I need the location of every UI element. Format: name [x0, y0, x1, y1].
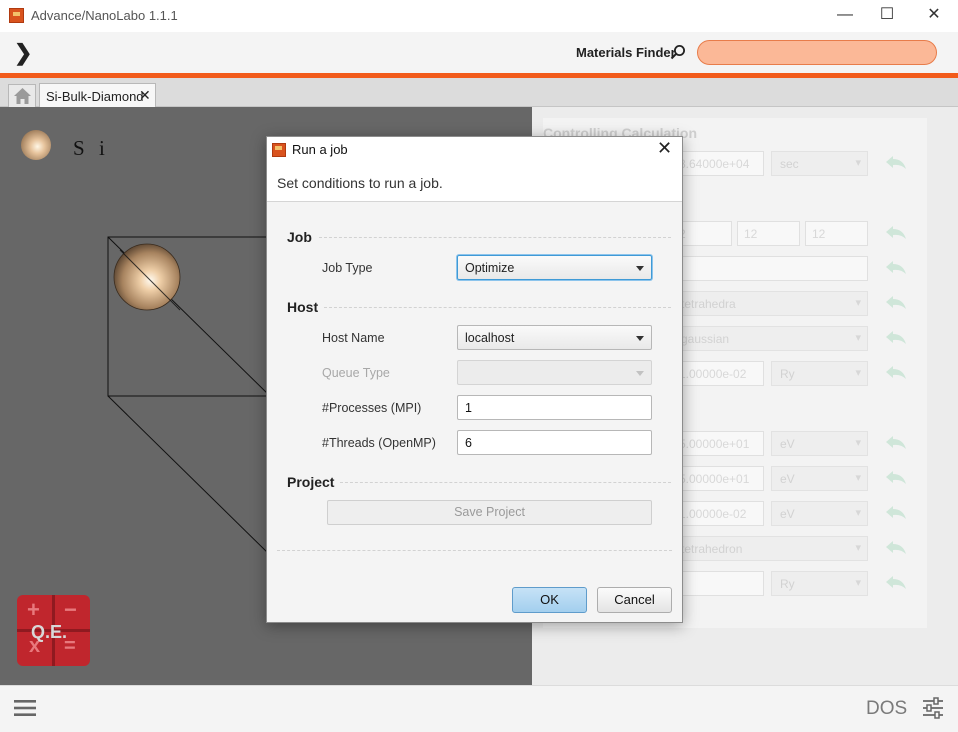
tab-si-bulk-diamond[interactable]: Si-Bulk-Diamond ✕ — [39, 83, 156, 107]
queue-type-label: Queue Type — [322, 366, 390, 380]
run-job-dialog: Run a job ✕ Set conditions to run a job.… — [266, 136, 683, 623]
tab-label: Si-Bulk-Diamond — [46, 89, 144, 104]
energy-max-field[interactable]: 5.00000e+01 — [672, 466, 764, 491]
undo-arrow-icon[interactable] — [885, 260, 907, 276]
max-seconds-field[interactable]: 8.64000e+04 — [672, 151, 764, 176]
energy-min-field[interactable]: 5.00000e+01 — [672, 431, 764, 456]
queue-type-select[interactable] — [457, 360, 652, 385]
undo-arrow-icon[interactable] — [885, 470, 907, 486]
qe-label: Q.E. — [31, 622, 68, 642]
host-name-label: Host Name — [322, 331, 385, 345]
undo-arrow-icon[interactable] — [885, 575, 907, 591]
bottom-bar — [0, 685, 958, 732]
chevron-down-icon — [636, 336, 644, 341]
dos-method-select[interactable]: tetrahedron — [672, 536, 868, 561]
energy-max-unit-select[interactable]: eV — [771, 466, 868, 491]
home-icon — [14, 88, 31, 104]
energy-step-unit-select[interactable]: eV — [771, 501, 868, 526]
undo-arrow-icon[interactable] — [885, 295, 907, 311]
close-tab-icon[interactable]: ✕ — [139, 87, 151, 104]
occupations-select[interactable]: tetrahedra — [672, 291, 868, 316]
search-icon[interactable] — [670, 44, 686, 60]
section-divider — [340, 482, 671, 483]
job-type-value: Optimize — [465, 261, 515, 275]
host-section-title: Host — [287, 299, 319, 315]
ok-button[interactable]: OK — [512, 587, 587, 613]
job-type-label: Job Type — [322, 261, 373, 275]
dos-button[interactable]: DOS — [866, 698, 907, 720]
chevron-down-icon — [636, 371, 644, 376]
sliders-settings-icon[interactable] — [922, 697, 944, 719]
threads-input[interactable]: 6 — [457, 430, 652, 455]
blank-field[interactable] — [672, 256, 868, 281]
dialog-title: Run a job — [292, 142, 348, 157]
dialog-instructions: Set conditions to run a job. — [277, 175, 443, 191]
dos-unit-select[interactable]: Ry — [771, 571, 868, 596]
legend-element-letter: i — [99, 136, 105, 160]
degauss-field[interactable]: 1.00000e-02 — [672, 361, 764, 386]
atom-legend-sphere — [21, 130, 51, 160]
cancel-button[interactable]: Cancel — [597, 587, 672, 613]
legend-element-letter: S — [73, 136, 85, 160]
footer-divider — [277, 550, 672, 551]
minimize-button[interactable]: — — [822, 4, 868, 28]
undo-arrow-icon[interactable] — [885, 365, 907, 381]
hamburger-menu-icon[interactable] — [14, 699, 36, 717]
kpoint-b-field[interactable]: 12 — [737, 221, 800, 246]
save-project-button[interactable]: Save Project — [327, 500, 652, 525]
app-logo-icon — [272, 143, 286, 157]
threads-label: #Threads (OpenMP) — [322, 436, 436, 450]
close-window-button[interactable]: ✕ — [911, 4, 957, 28]
expand-menu-chevron-icon[interactable]: ❯ — [14, 40, 32, 66]
undo-arrow-icon[interactable] — [885, 330, 907, 346]
tab-home[interactable] — [8, 84, 36, 107]
section-divider — [319, 237, 671, 238]
undo-arrow-icon[interactable] — [885, 435, 907, 451]
undo-arrow-icon[interactable] — [885, 540, 907, 556]
project-section-title: Project — [287, 474, 335, 490]
energy-min-unit-select[interactable]: eV — [771, 431, 868, 456]
quantum-espresso-icon[interactable]: + − x = Q.E. — [17, 595, 90, 666]
kpoint-c-field[interactable]: 12 — [805, 221, 868, 246]
host-name-value: localhost — [465, 331, 515, 345]
dialog-header: Set conditions to run a job. — [267, 162, 682, 202]
degauss-unit-select[interactable]: Ry — [771, 361, 868, 386]
job-section-title: Job — [287, 229, 312, 245]
smearing-select[interactable]: gaussian — [672, 326, 868, 351]
maximize-button[interactable]: ☐ — [864, 4, 910, 28]
undo-arrow-icon[interactable] — [885, 505, 907, 521]
job-type-select[interactable]: Optimize — [457, 255, 652, 280]
host-name-select[interactable]: localhost — [457, 325, 652, 350]
materials-finder-input[interactable] — [697, 40, 937, 65]
window-title: Advance/NanoLabo 1.1.1 — [31, 8, 178, 23]
dialog-close-button[interactable]: ✕ — [657, 138, 672, 159]
section-divider — [324, 307, 671, 308]
undo-arrow-icon[interactable] — [885, 155, 907, 171]
materials-finder-label: Materials Finder — [576, 45, 676, 60]
chevron-down-icon — [636, 266, 644, 271]
energy-step-field[interactable]: 1.00000e-02 — [672, 501, 764, 526]
processes-label: #Processes (MPI) — [322, 401, 422, 415]
app-logo-icon — [9, 8, 24, 23]
processes-input[interactable]: 1 — [457, 395, 652, 420]
undo-arrow-icon[interactable] — [885, 225, 907, 241]
dos-value-field[interactable] — [672, 571, 764, 596]
time-unit-select[interactable]: sec — [771, 151, 868, 176]
